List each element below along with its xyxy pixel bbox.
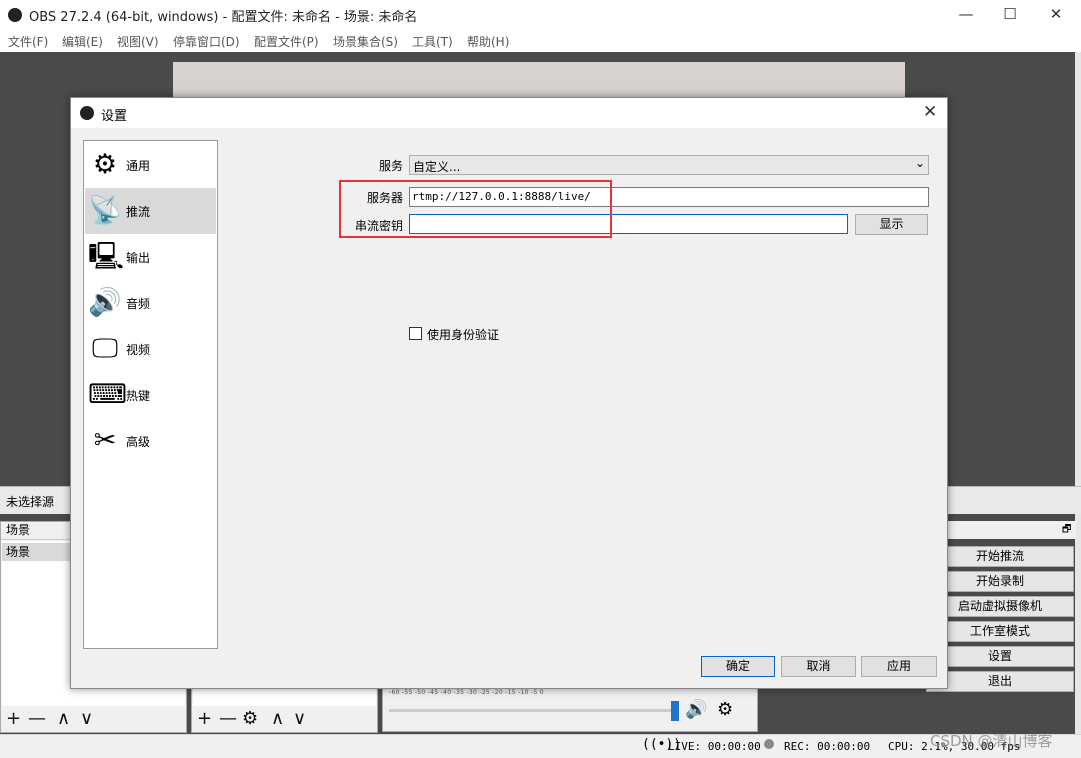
use-auth-label: 使用身份验证 (427, 328, 500, 342)
start-streaming-button[interactable]: 开始推流 (926, 546, 1074, 567)
ok-button[interactable]: 确定 (701, 656, 775, 677)
no-source-label: 未选择源 (6, 495, 55, 509)
minimize-button[interactable]: — (943, 0, 989, 30)
add-scene-button[interactable]: + (6, 708, 21, 729)
mixer-db-scale: -60 -55 -50 -45 -40 -35 -30 -25 -20 -15 … (389, 689, 544, 696)
sidebar-item-stream[interactable]: 📡 推流 (85, 188, 216, 234)
sidebar-item-output[interactable]: 🖳 输出 (85, 234, 216, 280)
sidebar-item-general[interactable]: ⚙ 通用 (85, 142, 216, 188)
keyboard-icon: ⌨ (88, 379, 127, 410)
status-bar: ((•)) LIVE: 00:00:00 REC: 00:00:00 CPU: … (0, 734, 1081, 758)
sidebar-item-label: 视频 (126, 343, 151, 357)
settings-dialog: 设置 ✕ ⚙ 通用 📡 推流 🖳 输出 🔊 音频 🖵 视频 ⌨ 热键 ✂ 高级 … (70, 97, 948, 689)
sidebar-item-label: 推流 (126, 205, 151, 219)
output-monitor-icon: 🖳 (88, 241, 125, 272)
watermark: CSDN @清山博客 (930, 732, 1053, 750)
scenes-toolbar: + — ∧ ∨ (1, 706, 186, 732)
speaker-icon[interactable]: 🔊 (685, 699, 707, 720)
settings-button[interactable]: 设置 (926, 646, 1074, 667)
sidebar-item-label: 通用 (126, 159, 151, 173)
studio-mode-button[interactable]: 工作室模式 (926, 621, 1074, 642)
sidebar-item-label: 热键 (126, 389, 151, 403)
remove-scene-button[interactable]: — (28, 708, 46, 729)
tools-icon: ✂ (93, 425, 117, 456)
obs-logo-icon (80, 106, 94, 120)
source-up-button[interactable]: ∧ (271, 708, 284, 729)
menu-view[interactable]: 视图(V) (117, 33, 159, 50)
rec-timer: REC: 00:00:00 (784, 740, 871, 753)
move-up-button[interactable]: ∧ (57, 708, 70, 729)
obs-logo-icon (8, 8, 22, 22)
close-dialog-button[interactable]: ✕ (923, 102, 937, 122)
sidebar-item-label: 输出 (126, 251, 151, 265)
menu-edit[interactable]: 编辑(E) (62, 33, 103, 50)
volume-slider-track[interactable] (389, 709, 675, 712)
live-timer: LIVE: 00:00:00 (668, 740, 761, 753)
sidebar-item-label: 高级 (126, 435, 151, 449)
dialog-titlebar: 设置 ✕ (71, 98, 947, 128)
exit-button[interactable]: 退出 (926, 671, 1074, 692)
menu-tools[interactable]: 工具(T) (412, 33, 453, 50)
add-source-button[interactable]: + (197, 708, 212, 729)
record-status-icon (764, 739, 774, 749)
sources-toolbar: + — ⚙ ∧ ∨ (192, 706, 377, 732)
remove-source-button[interactable]: — (219, 708, 237, 729)
monitor-icon: 🖵 (91, 333, 119, 364)
volume-slider-handle[interactable] (671, 701, 679, 721)
show-key-button[interactable]: 显示 (855, 214, 928, 235)
annotation-highlight-box (339, 180, 612, 238)
sidebar-item-hotkeys[interactable]: ⌨ 热键 (85, 372, 216, 418)
virtual-camera-button[interactable]: 启动虚拟摄像机 (926, 596, 1074, 617)
menu-file[interactable]: 文件(F) (8, 33, 48, 50)
audio-mixer: -60 -55 -50 -45 -40 -35 -30 -25 -20 -15 … (382, 688, 758, 732)
main-titlebar: OBS 27.2.4 (64-bit, windows) - 配置文件: 未命名… (0, 0, 1081, 30)
apply-button[interactable]: 应用 (861, 656, 937, 677)
cancel-button[interactable]: 取消 (781, 656, 856, 677)
sidebar-item-label: 音频 (126, 297, 151, 311)
window-title: OBS 27.2.4 (64-bit, windows) - 配置文件: 未命名… (29, 10, 418, 25)
service-label: 服务 (378, 159, 403, 173)
service-select[interactable]: 自定义... ⌄ (409, 155, 929, 175)
maximize-button[interactable]: ☐ (987, 0, 1033, 30)
gear-icon: ⚙ (92, 149, 118, 180)
menu-docks[interactable]: 停靠窗口(D) (173, 33, 240, 50)
menu-help[interactable]: 帮助(H) (467, 33, 509, 50)
broadcast-antenna-icon: 📡 (88, 195, 122, 226)
service-value: 自定义... (413, 160, 461, 174)
sidebar-item-advanced[interactable]: ✂ 高级 (85, 418, 216, 464)
start-recording-button[interactable]: 开始录制 (926, 571, 1074, 592)
menu-profile[interactable]: 配置文件(P) (254, 33, 319, 50)
menu-scene-collection[interactable]: 场景集合(S) (333, 33, 398, 50)
speaker-icon: 🔊 (88, 287, 122, 318)
list-item[interactable]: 场景 (2, 543, 70, 561)
sidebar-item-video[interactable]: 🖵 视频 (85, 326, 216, 372)
close-window-button[interactable]: ✕ (1033, 0, 1079, 30)
mixer-gear-icon[interactable]: ⚙ (717, 699, 733, 720)
settings-sidebar: ⚙ 通用 📡 推流 🖳 输出 🔊 音频 🖵 视频 ⌨ 热键 ✂ 高级 (83, 140, 218, 649)
sidebar-item-audio[interactable]: 🔊 音频 (85, 280, 216, 326)
source-down-button[interactable]: ∨ (293, 708, 306, 729)
dialog-title: 设置 (101, 109, 128, 124)
source-properties-gear-icon[interactable]: ⚙ (242, 708, 258, 729)
menu-bar: 文件(F) 编辑(E) 视图(V) 停靠窗口(D) 配置文件(P) 场景集合(S… (0, 30, 1081, 52)
chevron-down-icon: ⌄ (914, 156, 925, 170)
move-down-button[interactable]: ∨ (80, 708, 93, 729)
controls-panel-header: 🗗 (926, 521, 1076, 539)
main-scrollbar[interactable] (1075, 52, 1081, 752)
float-dock-icon[interactable]: 🗗 (1062, 522, 1071, 539)
use-auth-checkbox[interactable] (409, 327, 422, 340)
